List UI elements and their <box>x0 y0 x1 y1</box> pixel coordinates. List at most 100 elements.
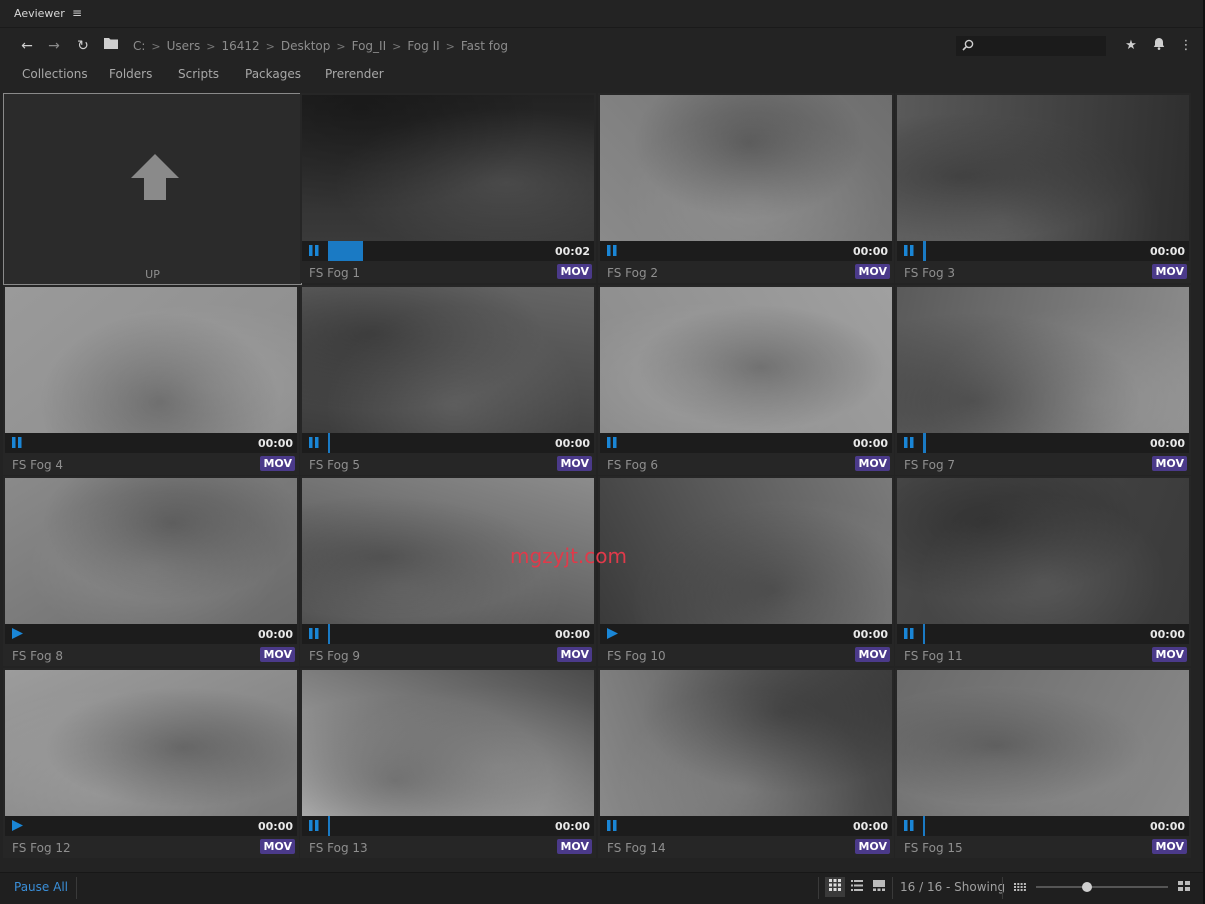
pause-icon[interactable] <box>904 820 914 834</box>
breadcrumb-item[interactable]: 16412 <box>221 39 259 53</box>
media-tile[interactable]: 00:00 FS Fog 8 MOV <box>3 476 299 666</box>
large-thumbnails-icon[interactable] <box>1174 877 1194 897</box>
item-name: FS Fog 15 <box>904 841 963 855</box>
refresh-icon[interactable]: ↻ <box>73 36 93 56</box>
slider-handle[interactable] <box>1082 882 1092 892</box>
folder-icon[interactable] <box>101 36 121 56</box>
pause-all-button[interactable]: Pause All <box>14 880 68 894</box>
pause-icon[interactable] <box>309 820 319 834</box>
breadcrumb-item[interactable]: Users <box>167 39 201 53</box>
media-tile[interactable]: 00:00 FS Fog 13 MOV <box>300 668 596 858</box>
tab-prerender[interactable]: Prerender <box>325 67 384 81</box>
video-thumbnail[interactable] <box>897 287 1189 433</box>
pause-icon[interactable] <box>309 245 319 259</box>
video-thumbnail[interactable] <box>302 670 594 816</box>
bell-icon[interactable] <box>1150 37 1168 55</box>
pause-icon[interactable] <box>12 437 22 451</box>
pause-icon[interactable] <box>904 245 914 259</box>
breadcrumb-item[interactable]: Fog II <box>407 39 439 53</box>
search-input[interactable] <box>956 36 1106 56</box>
playback-progress[interactable] <box>328 433 330 453</box>
video-thumbnail[interactable] <box>600 670 892 816</box>
list-view-icon[interactable] <box>847 877 867 897</box>
watermark-text: mgzyjt.com <box>510 544 627 568</box>
timecode: 00:00 <box>852 628 888 641</box>
tab-scripts[interactable]: Scripts <box>178 67 219 81</box>
video-thumbnail[interactable] <box>302 95 594 241</box>
filmstrip-view-icon[interactable] <box>869 877 889 897</box>
playback-progress[interactable] <box>328 816 330 836</box>
item-name: FS Fog 11 <box>904 649 963 663</box>
thumbnail-size-slider[interactable] <box>1036 882 1168 892</box>
video-thumbnail[interactable] <box>897 478 1189 624</box>
playback-progress[interactable] <box>923 816 925 836</box>
grid-view-icon[interactable] <box>825 877 845 897</box>
small-thumbnails-icon[interactable] <box>1010 877 1030 897</box>
playback-progress[interactable] <box>923 241 926 261</box>
media-tile[interactable]: 00:00 FS Fog 12 MOV <box>3 668 299 858</box>
media-tile[interactable]: 00:00 FS Fog 15 MOV <box>895 668 1191 858</box>
video-thumbnail[interactable] <box>5 287 297 433</box>
pause-icon[interactable] <box>607 820 617 834</box>
search-icon <box>962 39 974 54</box>
timecode: 00:00 <box>1149 628 1185 641</box>
hamburger-menu-icon[interactable]: ≡ <box>72 6 82 20</box>
format-badge: MOV <box>557 456 592 471</box>
playback-controls: 00:00 <box>897 624 1189 644</box>
tab-packages[interactable]: Packages <box>245 67 301 81</box>
breadcrumb-item[interactable]: C: <box>133 39 145 53</box>
video-thumbnail[interactable] <box>5 478 297 624</box>
pause-icon[interactable] <box>607 245 617 259</box>
media-tile[interactable]: 00:00 FS Fog 7 MOV <box>895 285 1191 475</box>
video-thumbnail[interactable] <box>897 95 1189 241</box>
breadcrumb-item[interactable]: Desktop <box>281 39 331 53</box>
media-tile[interactable]: 00:00 FS Fog 3 MOV <box>895 93 1191 283</box>
playback-progress[interactable] <box>923 433 926 453</box>
media-tile[interactable]: 00:00 FS Fog 10 MOV <box>598 476 894 666</box>
pause-icon[interactable] <box>309 437 319 451</box>
video-thumbnail[interactable] <box>302 287 594 433</box>
media-tile[interactable]: 00:00 FS Fog 6 MOV <box>598 285 894 475</box>
breadcrumb-separator: > <box>445 40 455 53</box>
play-icon[interactable] <box>12 820 23 834</box>
play-icon[interactable] <box>12 628 23 642</box>
tab-folders[interactable]: Folders <box>109 67 152 81</box>
item-name: FS Fog 7 <box>904 458 956 472</box>
format-badge: MOV <box>1152 647 1187 662</box>
pause-icon[interactable] <box>309 628 319 642</box>
up-arrow-icon <box>131 154 179 200</box>
video-thumbnail[interactable] <box>897 670 1189 816</box>
pause-icon[interactable] <box>904 628 914 642</box>
playback-progress[interactable] <box>923 624 925 644</box>
playback-controls: 00:00 <box>5 624 297 644</box>
media-tile[interactable]: 00:00 FS Fog 5 MOV <box>300 285 596 475</box>
media-tile[interactable]: 00:00 FS Fog 9 MOV <box>300 476 596 666</box>
more-options-icon[interactable]: ⋮ <box>1177 37 1195 55</box>
media-tile[interactable]: 00:00 FS Fog 2 MOV <box>598 93 894 283</box>
tab-collections[interactable]: Collections <box>22 67 88 81</box>
breadcrumb-item[interactable]: Fog_II <box>352 39 387 53</box>
video-thumbnail[interactable] <box>600 287 892 433</box>
playback-controls: 00:00 <box>5 816 297 836</box>
format-badge: MOV <box>557 839 592 854</box>
playback-progress[interactable] <box>328 624 330 644</box>
pause-icon[interactable] <box>904 437 914 451</box>
video-thumbnail[interactable] <box>600 95 892 241</box>
forward-arrow-icon[interactable]: → <box>44 36 64 56</box>
navigation-bar: ← → ↻ C: > Users >16412 > Desktop > Fog_II > Fog … <box>0 30 1205 62</box>
media-tile[interactable]: 00:00 FS Fog 11 MOV <box>895 476 1191 666</box>
media-tile[interactable]: 00:00 FS Fog 14 MOV <box>598 668 894 858</box>
timecode: 00:00 <box>554 628 590 641</box>
up-folder-tile[interactable]: UP <box>3 93 302 285</box>
video-thumbnail[interactable] <box>600 478 892 624</box>
breadcrumb-item[interactable]: Fast fog <box>461 39 508 53</box>
video-thumbnail[interactable] <box>5 670 297 816</box>
playback-progress[interactable] <box>328 241 363 261</box>
media-tile[interactable]: 00:00 FS Fog 4 MOV <box>3 285 299 475</box>
pause-icon[interactable] <box>607 437 617 451</box>
star-icon[interactable]: ★ <box>1122 37 1140 55</box>
back-arrow-icon[interactable]: ← <box>17 36 37 56</box>
play-icon[interactable] <box>607 628 618 642</box>
playback-controls: 00:00 <box>600 241 892 261</box>
media-tile[interactable]: 00:02 FS Fog 1 MOV <box>300 93 596 283</box>
